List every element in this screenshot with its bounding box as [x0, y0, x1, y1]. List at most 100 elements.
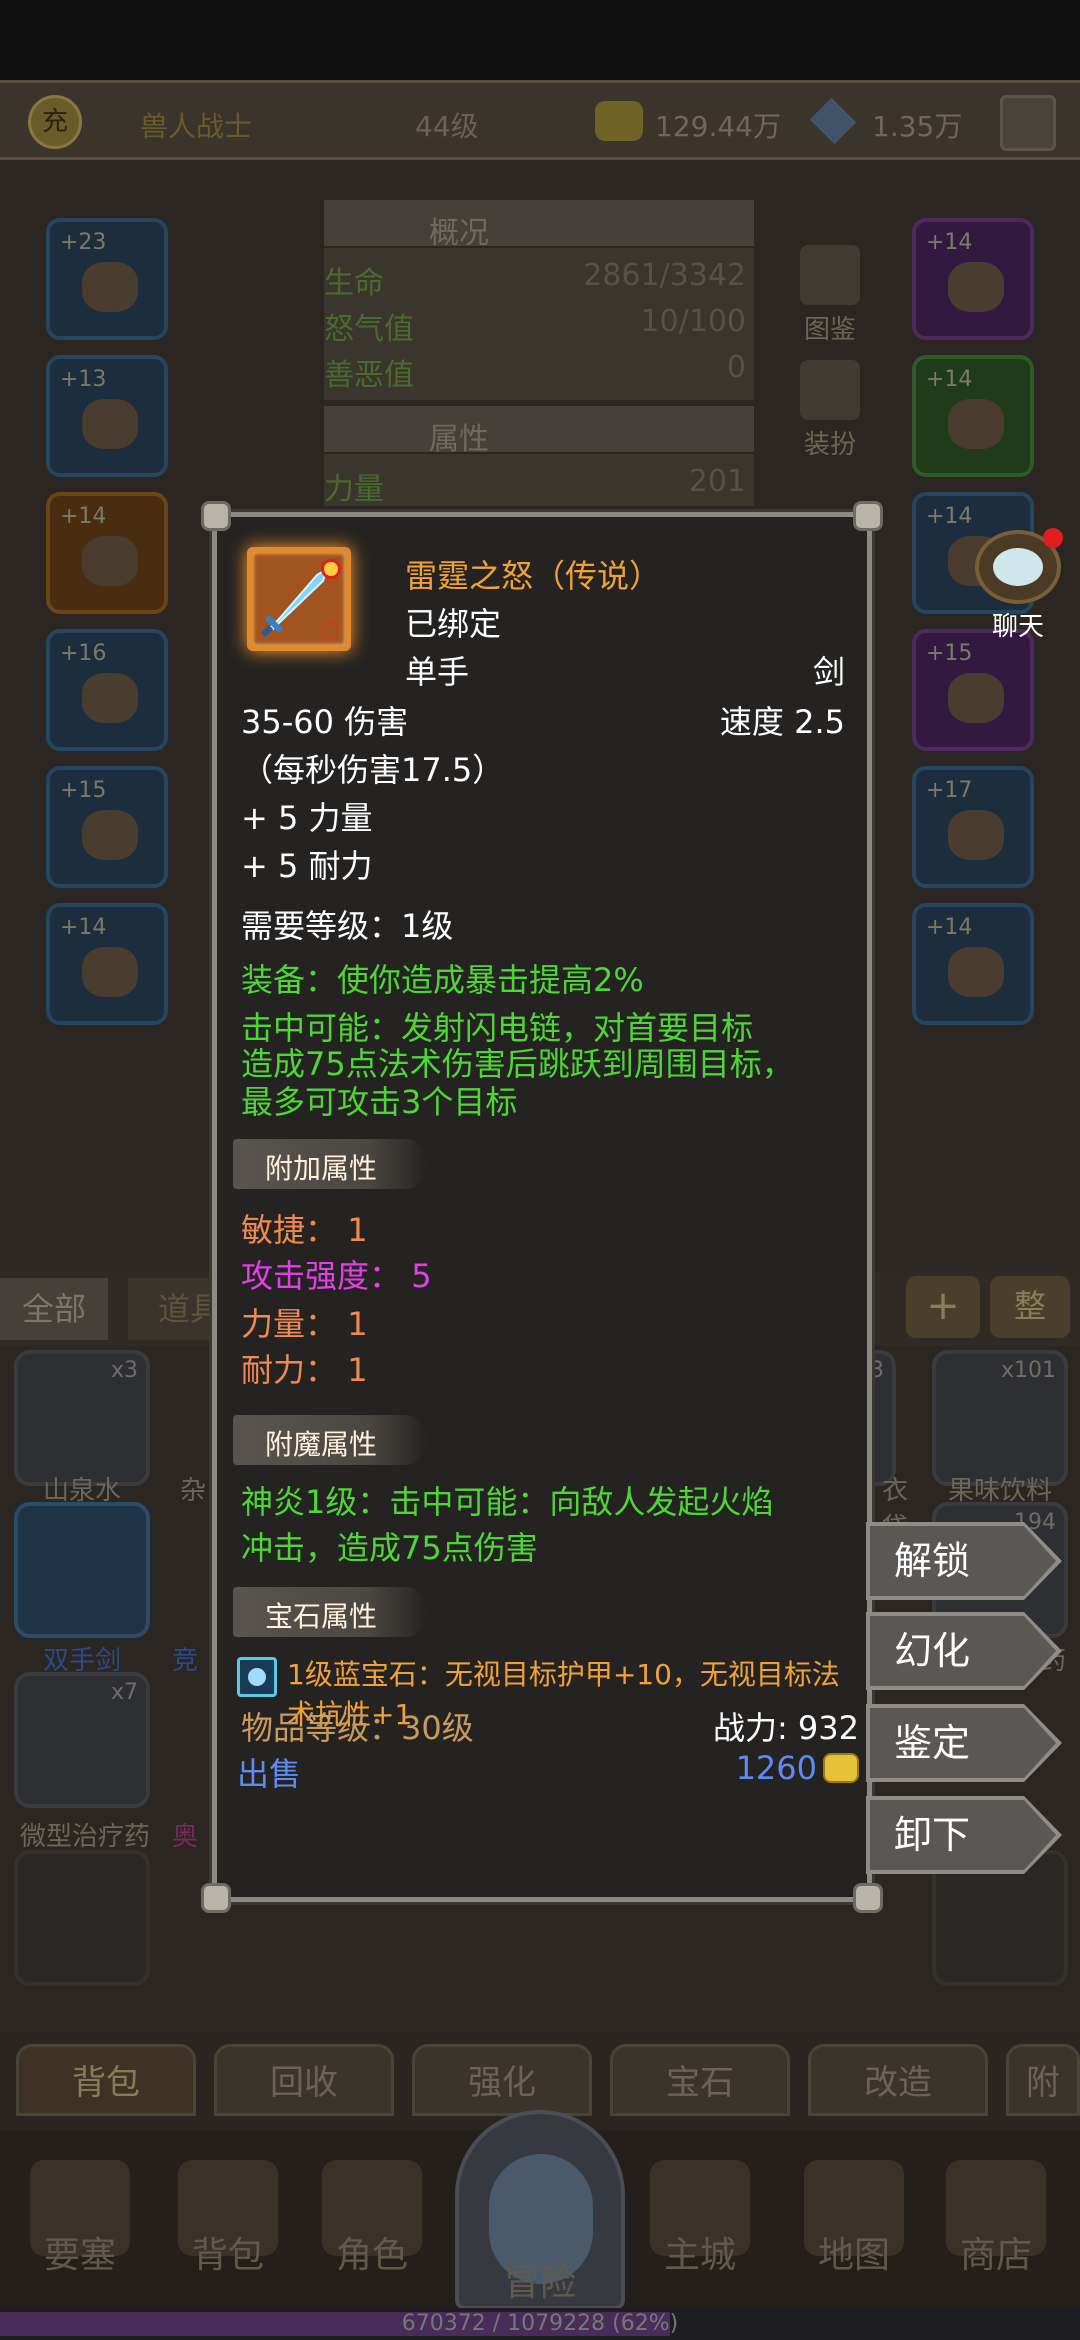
equip-slot-left-5[interactable]: +15	[46, 766, 168, 888]
enhance-level: +16	[60, 641, 107, 666]
status-bar	[0, 0, 1080, 80]
recharge-badge[interactable]: 充	[28, 95, 82, 149]
stat-value: 0	[726, 350, 746, 385]
unlock-button[interactable]: 解锁	[866, 1522, 1062, 1600]
stat-label: 生命	[324, 266, 384, 301]
nav-map[interactable]: 地图	[794, 2160, 914, 2278]
enhance-level: +15	[60, 778, 107, 803]
tab-bag[interactable]: 背包	[16, 2044, 196, 2116]
equip-slot-left-2[interactable]: +13	[46, 355, 168, 477]
tab-more[interactable]: 附	[1006, 2044, 1080, 2116]
corner-ornament	[201, 501, 231, 531]
equip-slot-right-5[interactable]: +17	[912, 766, 1034, 888]
stat-strength: + 5 力量	[241, 799, 373, 837]
equip-slot-right-2[interactable]: +14	[912, 355, 1034, 477]
extra-stat: 耐力： 1	[241, 1345, 368, 1391]
expand-button[interactable]: +	[906, 1276, 980, 1338]
top-bar: 充 兽人战士 44级 129.44万 1.35万	[0, 80, 1080, 160]
nav-label: 冒险	[503, 2263, 576, 2304]
sapphire-icon	[237, 1657, 277, 1697]
enhance-level: +17	[926, 778, 973, 803]
filter-all-tab[interactable]: 全部	[0, 1278, 108, 1340]
equip-slot-left-6[interactable]: +14	[46, 903, 168, 1025]
nav-label: 角色	[335, 2235, 408, 2276]
tab-modify[interactable]: 改造	[808, 2044, 988, 2116]
item-icon	[82, 399, 138, 449]
corner-ornament	[853, 501, 883, 531]
nav-main-city[interactable]: 主城	[640, 2160, 760, 2278]
attributes-header: 属性	[324, 406, 754, 457]
item-icon	[948, 947, 1004, 997]
extra-stat: 攻击强度： 5	[241, 1251, 432, 1297]
item-count: x7	[110, 1680, 138, 1705]
enhance-level: +14	[926, 504, 973, 529]
sort-button[interactable]: 整	[990, 1276, 1070, 1338]
item-count: x3	[110, 1358, 138, 1383]
equip-slot-left-1[interactable]: +23	[46, 218, 168, 340]
settings-icon[interactable]	[1000, 95, 1056, 151]
nav-label: 背包	[191, 2235, 264, 2276]
chat-button[interactable]: 聊天	[968, 528, 1068, 642]
stat-value: 1	[347, 1351, 368, 1389]
item-name: 奥	[171, 1822, 198, 1852]
attack-speed: 速度 2.5	[719, 703, 845, 741]
sell-price: 1260	[735, 1749, 817, 1787]
bound-icon	[321, 621, 339, 639]
corner-ornament	[201, 1883, 231, 1913]
codex-label: 图鉴	[803, 315, 856, 345]
nav-adventure[interactable]: 冒险	[455, 2110, 625, 2310]
outfit-button[interactable]: 装扮	[790, 360, 870, 461]
tab-enhance[interactable]: 强化	[412, 2044, 592, 2116]
required-level: 需要等级：1级	[241, 907, 454, 945]
nav-bag[interactable]: 背包	[168, 2160, 288, 2278]
enhance-level: +23	[60, 230, 107, 255]
diamond-icon[interactable]	[809, 97, 857, 145]
nav-shop[interactable]: 商店	[936, 2160, 1056, 2278]
inventory-slot[interactable]: x3	[14, 1350, 150, 1486]
enhance-level: +14	[926, 230, 973, 255]
equip-slot-right-4[interactable]: +15	[912, 629, 1034, 751]
effect-line: 装备：使你造成暴击提高2%	[241, 961, 644, 999]
overview-row: 善恶值 0	[324, 350, 754, 393]
item-name: 杂	[179, 1476, 206, 1506]
gold-icon[interactable]	[595, 101, 643, 141]
diamond-amount: 1.35万	[872, 110, 963, 143]
stat-label: 怒气值	[324, 312, 414, 347]
overview-row: 生命 2861/3342	[324, 258, 754, 301]
nav-fortress[interactable]: 要塞	[20, 2160, 140, 2278]
nav-label: 主城	[663, 2235, 736, 2276]
corner-ornament	[853, 1883, 883, 1913]
item-icon	[948, 399, 1004, 449]
attribute-row: 力量 201	[324, 464, 754, 507]
tab-gems[interactable]: 宝石	[610, 2044, 790, 2116]
sell-label: 出售	[237, 1755, 302, 1793]
equip-slot-left-4[interactable]: +16	[46, 629, 168, 751]
section-title: 附加属性	[265, 1152, 378, 1185]
item-count: x101	[1000, 1358, 1056, 1383]
overview-title: 概况	[429, 216, 489, 251]
enchant-line: 神炎1级：击中可能：向敌人发起火焰	[241, 1483, 774, 1521]
inventory-slot[interactable]: x101	[932, 1350, 1068, 1486]
nav-character[interactable]: 角色	[312, 2160, 432, 2278]
inventory-slot-empty[interactable]	[14, 1850, 150, 1986]
item-icon	[82, 947, 138, 997]
item-level: 物品等级：30级	[241, 1709, 474, 1747]
equip-slot-left-3[interactable]: +14	[46, 492, 168, 614]
inventory-slot[interactable]	[14, 1502, 150, 1638]
identify-button[interactable]: 鉴定	[866, 1704, 1062, 1782]
transmog-button[interactable]: 幻化	[866, 1612, 1062, 1690]
overview-panel: 概况 生命 2861/3342 怒气值 10/100 善恶值 0	[324, 200, 754, 400]
overview-row: 怒气值 10/100	[324, 304, 754, 347]
button-label: 解锁	[894, 1539, 971, 1583]
equip-slot-right-6[interactable]: +14	[912, 903, 1034, 1025]
equip-slot-right-1[interactable]: +14	[912, 218, 1034, 340]
section-tag: 附加属性	[233, 1139, 427, 1189]
item-name: 微型治疗药	[19, 1822, 150, 1852]
tab-recycle[interactable]: 回收	[214, 2044, 394, 2116]
sword-icon	[247, 547, 351, 651]
stat-value: 201	[688, 464, 746, 499]
codex-button[interactable]: 图鉴	[790, 245, 870, 346]
extra-stat: 力量： 1	[241, 1299, 368, 1345]
unequip-button[interactable]: 卸下	[866, 1796, 1062, 1874]
inventory-slot[interactable]: x7	[14, 1672, 150, 1808]
